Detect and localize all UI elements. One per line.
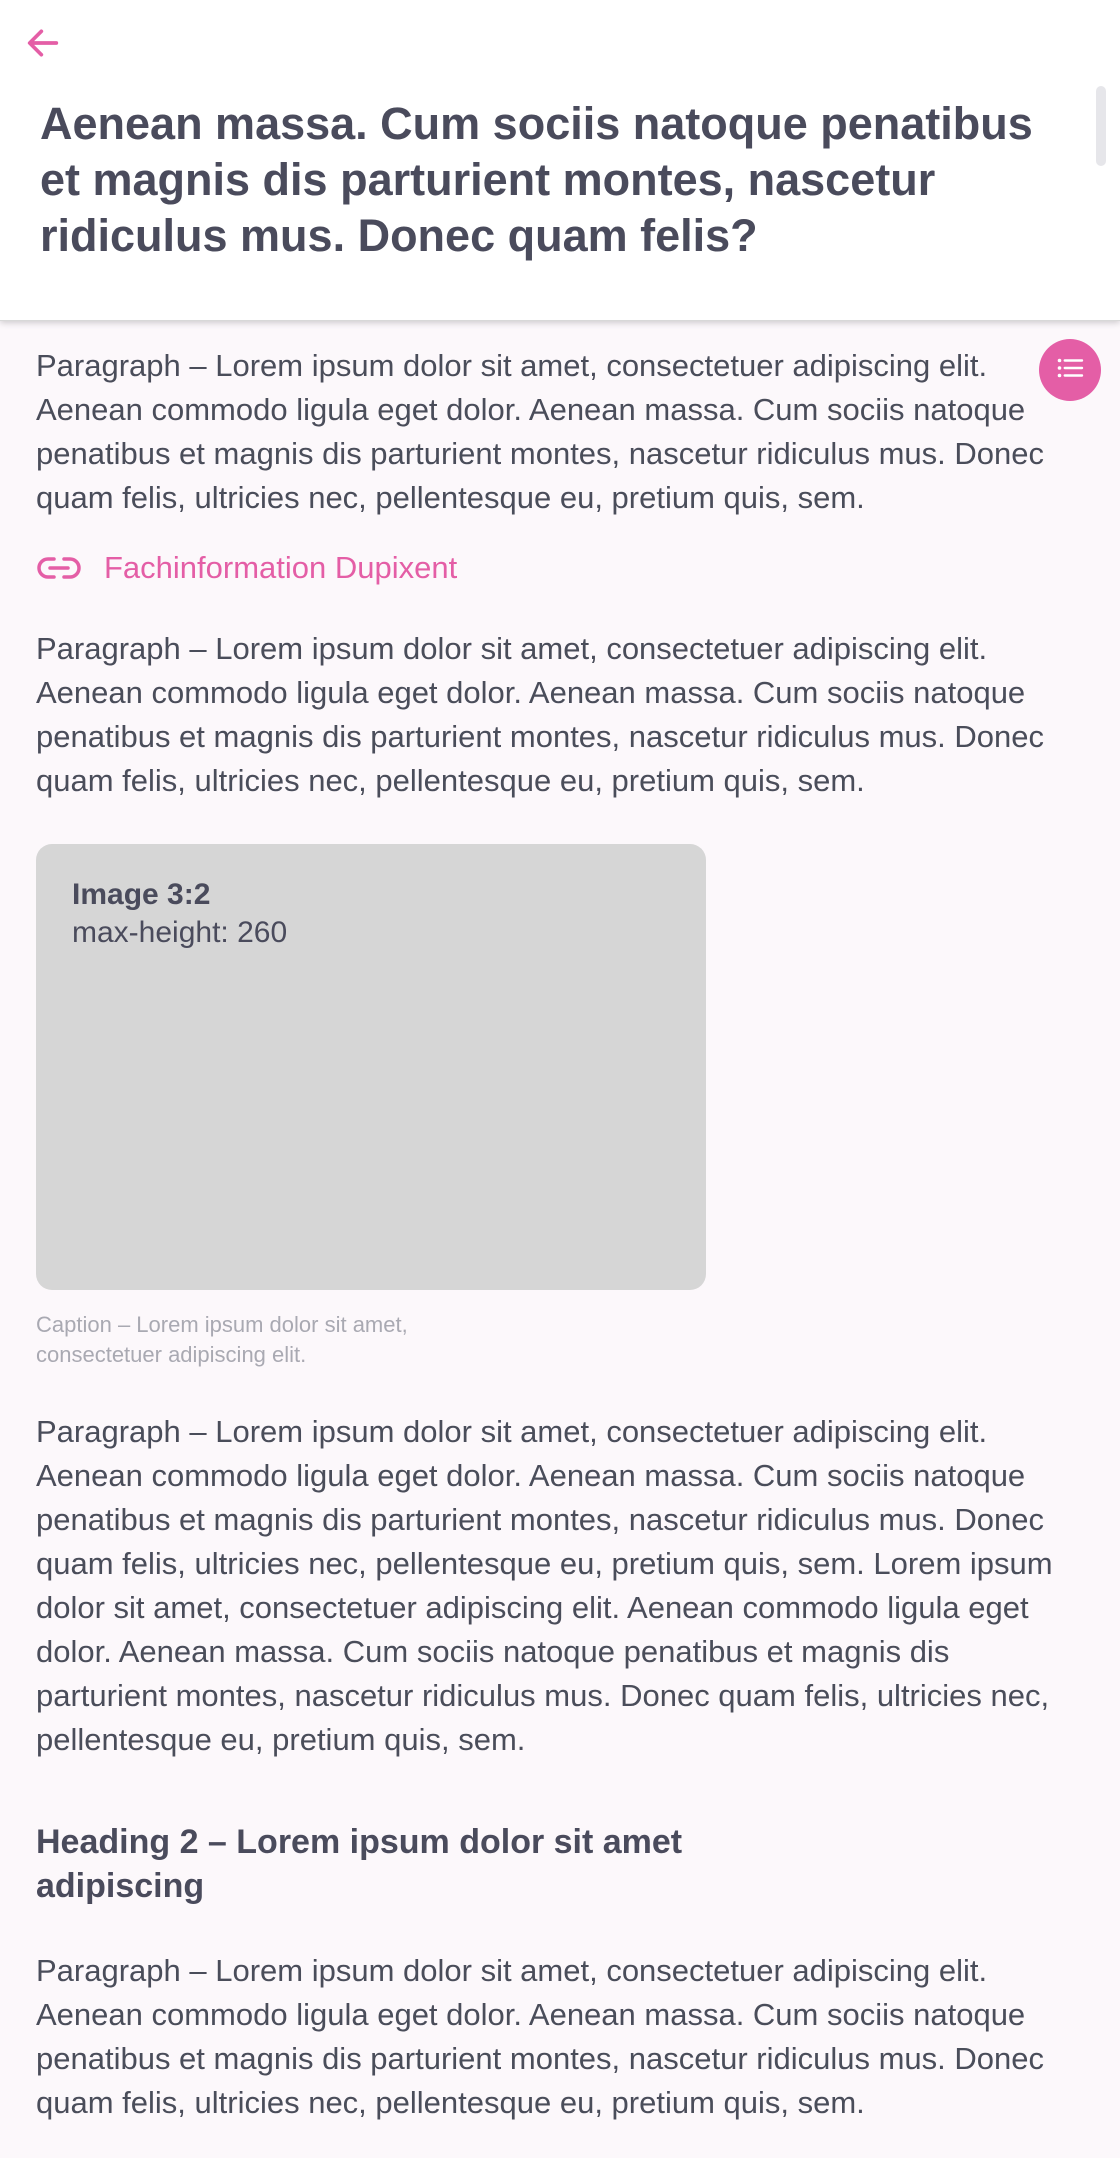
app-header: Aenean massa. Cum sociis natoque penatib…	[0, 0, 1120, 321]
scrollbar-thumb[interactable]	[1096, 86, 1106, 166]
paragraph-1: Paragraph – Lorem ipsum dolor sit amet, …	[36, 348, 1044, 515]
list-icon	[1052, 350, 1088, 391]
image-placeholder: Image 3:2 max-height: 260	[36, 844, 706, 1290]
fachinformation-link[interactable]: Fachinformation Dupixent	[36, 543, 457, 593]
image-title: Image 3:2	[72, 878, 211, 911]
table-of-contents-button[interactable]	[1039, 339, 1101, 401]
back-button[interactable]	[18, 20, 68, 70]
page-title: Aenean massa. Cum sociis natoque penatib…	[40, 98, 1033, 261]
link-icon	[36, 553, 82, 583]
paragraph-3: Paragraph – Lorem ipsum dolor sit amet, …	[36, 1414, 1053, 1757]
paragraph-2: Paragraph – Lorem ipsum dolor sit amet, …	[36, 631, 1044, 798]
image-caption: Caption – Lorem ipsum dolor sit amet, co…	[36, 1312, 408, 1367]
image-subtitle: max-height: 260	[72, 916, 288, 949]
link-label: Fachinformation Dupixent	[104, 550, 458, 585]
section-heading: Heading 2 – Lorem ipsum dolor sit amet a…	[36, 1823, 683, 1905]
paragraph-4: Paragraph – Lorem ipsum dolor sit amet, …	[36, 1953, 1044, 2120]
arrow-left-icon	[23, 23, 63, 68]
